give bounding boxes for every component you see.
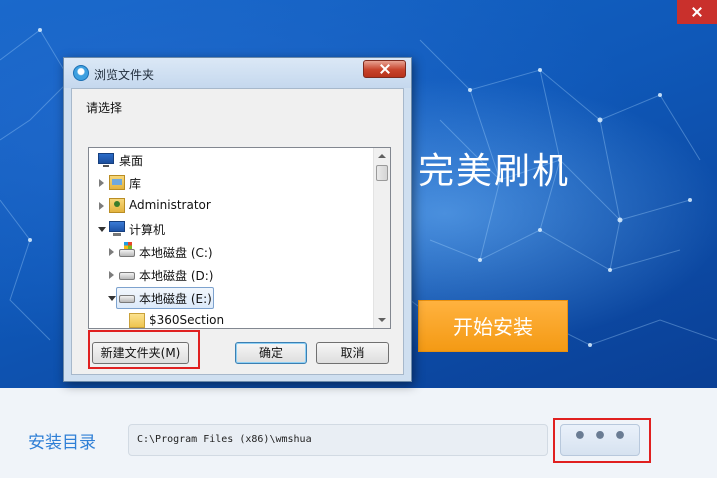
tree-item-label: 计算机 — [129, 223, 166, 237]
tree-item-desktop[interactable]: 桌面 — [89, 149, 374, 171]
install-dir-input[interactable]: C:\Program Files (x86)\wmshua — [128, 424, 548, 456]
tree-item-label: Administrator — [129, 198, 211, 212]
tree-item-label: 本地磁盘 (E:) — [139, 292, 212, 306]
install-dir-label: 安装目录 — [28, 433, 96, 453]
expand-arrow-icon[interactable] — [109, 248, 114, 256]
tree-item-360section[interactable]: $360Section — [89, 310, 374, 328]
scroll-thumb[interactable] — [376, 165, 388, 181]
tree-item-computer[interactable]: 计算机 — [89, 218, 374, 240]
tree-item-label: 本地磁盘 (D:) — [139, 269, 214, 283]
tree-item-drive-c[interactable]: 本地磁盘 (C:) — [89, 241, 374, 263]
tree-item-drive-e[interactable]: 本地磁盘 (E:) — [89, 287, 374, 309]
drive-icon — [119, 295, 135, 303]
folder-tree: 桌面 库 Administrator 计算机 本地磁盘 (C:) 本地磁盘 (D… — [88, 147, 391, 329]
tree-item-label: 库 — [129, 177, 142, 191]
tree-scrollbar[interactable] — [373, 148, 390, 328]
computer-icon — [109, 221, 125, 236]
collapse-arrow-icon[interactable] — [98, 227, 106, 232]
drive-icon — [119, 272, 135, 280]
library-icon — [109, 175, 125, 190]
system-drive-icon — [119, 242, 135, 257]
dialog-titlebar[interactable]: 浏览文件夹 — [64, 58, 411, 88]
browse-button-highlight — [553, 418, 651, 463]
scroll-up-arrow-icon[interactable] — [378, 154, 386, 158]
dialog-title: 浏览文件夹 — [94, 68, 155, 82]
tree-item-label: 桌面 — [119, 154, 144, 168]
cancel-button[interactable]: 取消 — [316, 342, 389, 364]
tree-item-library[interactable]: 库 — [89, 172, 374, 194]
tree-item-drive-d[interactable]: 本地磁盘 (D:) — [89, 264, 374, 286]
tree-item-label: 本地磁盘 (C:) — [139, 246, 213, 260]
start-install-button[interactable]: 开始安装 — [418, 300, 568, 352]
tree-item-label: $360Section — [149, 313, 225, 327]
new-folder-highlight — [88, 330, 200, 369]
user-folder-icon — [109, 198, 125, 213]
ok-button[interactable]: 确定 — [235, 342, 307, 364]
dialog-prompt: 请选择 — [86, 101, 123, 115]
close-button[interactable] — [677, 0, 717, 24]
dialog-app-icon — [73, 65, 89, 81]
folder-icon — [129, 313, 145, 328]
desktop-icon — [98, 153, 114, 167]
expand-arrow-icon[interactable] — [109, 271, 114, 279]
dialog-close-button[interactable] — [363, 60, 406, 78]
expand-arrow-icon[interactable] — [99, 202, 104, 210]
tree-item-administrator[interactable]: Administrator — [89, 195, 374, 217]
scroll-down-arrow-icon[interactable] — [378, 318, 386, 322]
app-title: 完美刷机 — [418, 151, 571, 192]
expand-arrow-icon[interactable] — [99, 179, 104, 187]
collapse-arrow-icon[interactable] — [108, 296, 116, 301]
